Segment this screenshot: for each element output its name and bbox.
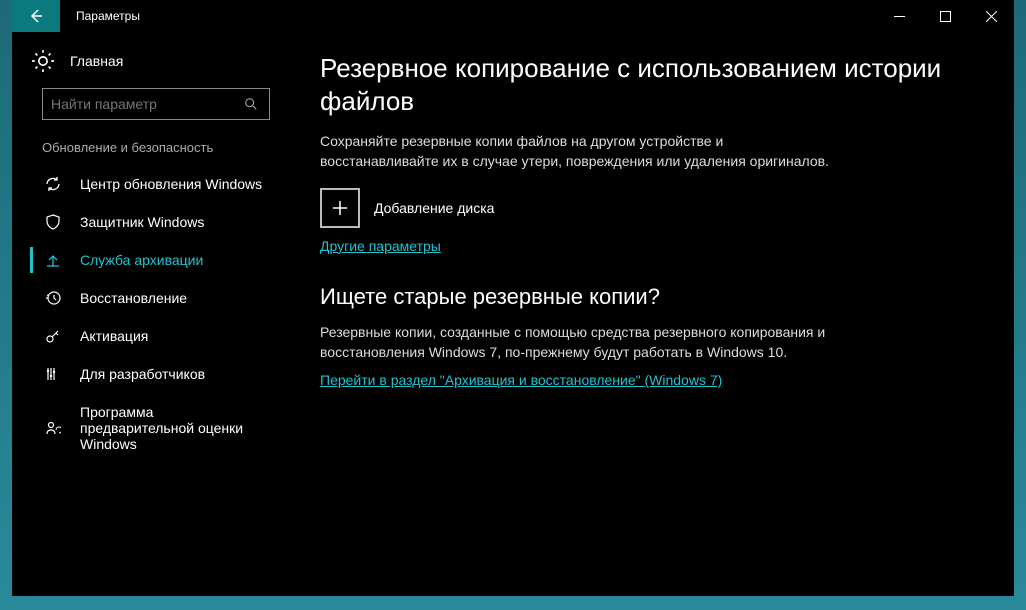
history-icon [42, 290, 64, 306]
page-desc-2: Резервные копии, созданные с помощью сре… [320, 322, 840, 363]
backup-restore-win7-link[interactable]: Перейти в раздел "Архивация и восстановл… [320, 372, 722, 388]
sidebar-section-label: Обновление и безопасность [12, 134, 288, 165]
add-drive-button[interactable] [320, 188, 360, 228]
page-desc-1: Сохраняйте резервные копии файлов на дру… [320, 131, 840, 172]
window-controls [876, 0, 1014, 32]
sidebar-item-label: Программа предварительной оценки Windows [80, 404, 260, 452]
sidebar-home-label: Главная [70, 53, 123, 69]
tools-icon [42, 366, 64, 382]
page-heading-2: Ищете старые резервные копии? [320, 284, 978, 310]
sidebar-item-label: Защитник Windows [80, 214, 204, 230]
search-input[interactable] [51, 96, 241, 112]
sidebar-item-label: Для разработчиков [80, 366, 205, 382]
sidebar-item-insider[interactable]: Программа предварительной оценки Windows [12, 393, 288, 463]
shield-icon [42, 214, 64, 230]
key-icon [42, 328, 64, 344]
sidebar-item-label: Центр обновления Windows [80, 176, 262, 192]
person-sync-icon [42, 420, 64, 436]
arrow-left-icon [28, 8, 44, 24]
minimize-button[interactable] [876, 0, 922, 32]
titlebar: Параметры [12, 0, 1014, 32]
maximize-icon [940, 11, 951, 22]
search-input-container[interactable] [42, 88, 270, 120]
backup-icon [42, 252, 64, 268]
sidebar: Главная Обновление и безопасность Центр … [12, 32, 288, 596]
search-icon [241, 97, 261, 111]
sidebar-item-recovery[interactable]: Восстановление [12, 279, 288, 317]
window-title: Параметры [76, 9, 140, 23]
add-drive-row[interactable]: Добавление диска [320, 188, 978, 228]
maximize-button[interactable] [922, 0, 968, 32]
plus-icon [331, 199, 349, 217]
minimize-icon [894, 11, 905, 22]
sidebar-item-backup[interactable]: Служба архивации [12, 241, 288, 279]
settings-window: Параметры Главная Обновление и безопасно… [12, 0, 1014, 596]
back-button[interactable] [12, 0, 60, 32]
sidebar-item-activation[interactable]: Активация [12, 317, 288, 355]
page-heading-1: Резервное копирование с использованием и… [320, 52, 978, 117]
sidebar-item-windows-update[interactable]: Центр обновления Windows [12, 165, 288, 203]
sync-icon [42, 176, 64, 192]
sidebar-home[interactable]: Главная [12, 40, 288, 82]
close-icon [986, 11, 997, 22]
sidebar-item-developers[interactable]: Для разработчиков [12, 355, 288, 393]
sidebar-item-label: Активация [80, 328, 148, 344]
close-button[interactable] [968, 0, 1014, 32]
gear-icon [32, 50, 54, 72]
add-drive-label: Добавление диска [374, 200, 494, 216]
content-panel: Резервное копирование с использованием и… [288, 32, 1014, 596]
sidebar-item-label: Восстановление [80, 290, 187, 306]
window-body: Главная Обновление и безопасность Центр … [12, 32, 1014, 596]
more-options-link[interactable]: Другие параметры [320, 238, 441, 254]
sidebar-item-label: Служба архивации [80, 252, 203, 268]
sidebar-item-defender[interactable]: Защитник Windows [12, 203, 288, 241]
